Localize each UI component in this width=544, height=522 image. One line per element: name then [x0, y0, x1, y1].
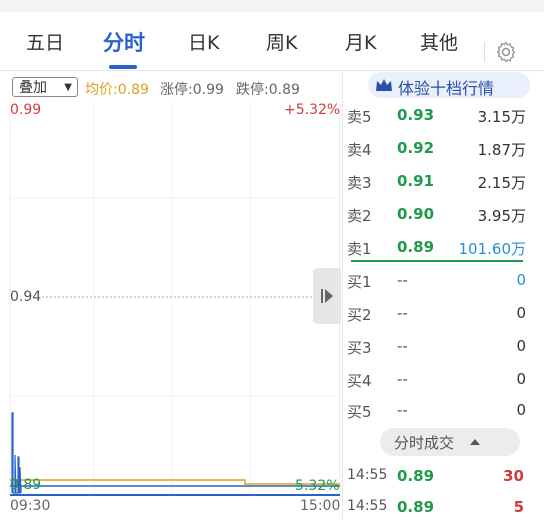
ask-volume: 3.15万 [477, 108, 526, 126]
chart-svg [9, 102, 341, 496]
panel-divider [342, 70, 343, 520]
intraday-chart[interactable]: 0.99 +5.32% 0.94 0.89 -5.32% 09:30 15:00 [0, 100, 342, 520]
trade-row: 14:55 0.89 5 [347, 492, 532, 522]
pct-max-label: +5.32% [284, 102, 341, 118]
bid-level: 买5 [347, 403, 372, 421]
gear-icon[interactable] [494, 40, 518, 64]
tab-other[interactable]: 其他 [420, 28, 458, 55]
bid-row: 买5 -- 0 [347, 394, 532, 427]
trade-time: 14:55 [347, 498, 388, 514]
tab-five-day[interactable]: 五日 [26, 28, 64, 55]
y-min-label: 0.89 [10, 477, 42, 493]
ask-price: 0.91 [397, 172, 435, 190]
active-tab-indicator [109, 65, 137, 69]
ask-row: 卖5 0.93 3.15万 [347, 99, 532, 132]
intraday-trades-label: 分时成交 [394, 434, 455, 452]
ask-volume: 101.60万 [458, 240, 527, 258]
bid-price: -- [397, 337, 408, 355]
ask-row: 卖2 0.90 3.95万 [347, 198, 532, 231]
spread-divider [351, 260, 523, 262]
ask-volume: 2.15万 [477, 174, 526, 192]
trade-volume: 5 [513, 498, 524, 516]
bid-price: -- [397, 401, 408, 419]
period-tab-bar: 五日 分时 日K 周K 月K 其他 [0, 14, 544, 71]
expand-panel-button[interactable] [313, 268, 341, 324]
limit-up: 涨停:0.99 [160, 82, 224, 98]
bid-volume: 0 [516, 337, 526, 355]
bid-level: 买3 [347, 339, 372, 357]
bid-volume: 0 [516, 401, 526, 419]
chart-toolbar: 叠加 ▼ 均价:0.89 涨停:0.99 跌停:0.89 [0, 74, 340, 100]
trade-row: 14:55 0.89 30 [347, 461, 532, 491]
avg-price: 均价:0.89 [85, 82, 149, 98]
crown-icon [376, 79, 392, 91]
limit-down: 跌停:0.89 [236, 82, 300, 98]
tab-monthly-k[interactable]: 月K [345, 28, 376, 55]
pct-min-label: -5.32% [290, 478, 340, 494]
intraday-trades-toggle[interactable]: 分时成交 [380, 428, 520, 456]
ask-level: 卖2 [347, 207, 372, 225]
ask-row: 卖3 0.91 2.15万 [347, 165, 532, 198]
trade-price: 0.89 [397, 467, 435, 485]
y-mid-label: 0.94 [10, 289, 42, 305]
overlay-select-label: 叠加 [19, 80, 47, 96]
bid-level: 买2 [347, 306, 372, 324]
bid-price: -- [397, 271, 408, 289]
bid-price: -- [397, 370, 408, 388]
bid-row: 买3 -- 0 [347, 330, 532, 363]
ask-volume: 3.95万 [477, 207, 526, 225]
caret-up-icon [470, 439, 480, 445]
ask-price: 0.93 [397, 106, 435, 124]
top-strip: ˇ [0, 0, 544, 12]
tab-weekly-k[interactable]: 周K [266, 28, 297, 55]
bid-volume: 0 [516, 304, 526, 322]
ask-price: 0.89 [397, 238, 435, 256]
ask-price: 0.90 [397, 205, 435, 223]
ask-level: 卖1 [347, 240, 372, 258]
bid-level: 买1 [347, 273, 372, 291]
bid-row: 买2 -- 0 [347, 297, 532, 330]
bid-volume: 0 [516, 370, 526, 388]
overlay-select[interactable]: 叠加 ▼ [12, 77, 78, 97]
divider [484, 42, 485, 62]
tab-daily-k[interactable]: 日K [188, 28, 219, 55]
chevron-down-icon[interactable]: ˇ [262, 0, 268, 8]
ten-level-quote-button[interactable]: 体验十档行情 [368, 72, 530, 98]
ten-level-quote-label: 体验十档行情 [398, 79, 495, 98]
time-end-label: 15:00 [300, 498, 341, 514]
ask-level: 卖4 [347, 141, 372, 159]
trade-volume: 30 [503, 467, 524, 485]
ask-price: 0.92 [397, 139, 435, 157]
trade-time: 14:55 [347, 467, 388, 483]
bid-row: 买4 -- 0 [347, 363, 532, 396]
ask-row: 卖4 0.92 1.87万 [347, 132, 532, 165]
time-start-label: 09:30 [10, 498, 51, 514]
play-arrow-icon [321, 289, 333, 303]
chevron-down-icon: ▼ [64, 82, 72, 93]
ask-level: 卖3 [347, 174, 372, 192]
y-max-label: 0.99 [10, 102, 42, 118]
ask-level: 卖5 [347, 108, 372, 126]
tab-intraday[interactable]: 分时 [103, 27, 145, 57]
bid-price: -- [397, 304, 408, 322]
bid-volume: 0 [516, 271, 526, 289]
trade-price: 0.89 [397, 498, 435, 516]
bid-level: 买4 [347, 372, 372, 390]
ask-volume: 1.87万 [477, 141, 526, 159]
bid-row: 买1 -- 0 [347, 264, 532, 297]
